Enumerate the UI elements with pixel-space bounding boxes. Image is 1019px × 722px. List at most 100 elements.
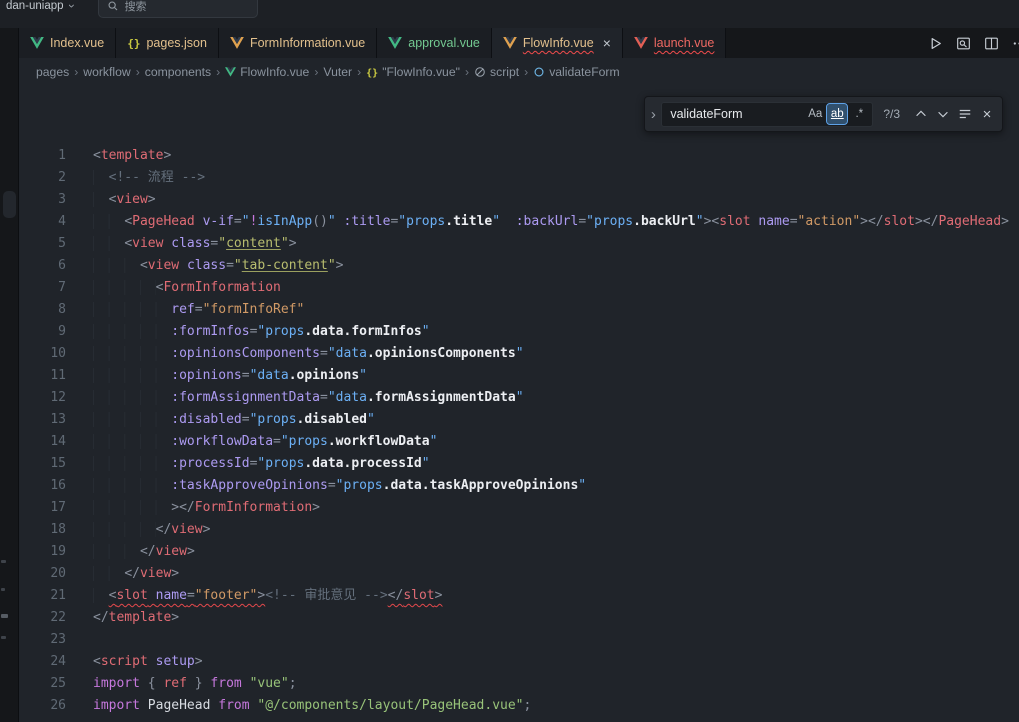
code-line-21[interactable]: 21 <slot name="footer"><!-- 审批意见 --></sl… <box>19 585 1019 607</box>
code-line-4[interactable]: 4 <PageHead v-if="!isInApp()" :title="pr… <box>19 211 1019 233</box>
line-number: 13 <box>19 409 66 431</box>
whole-word-button[interactable]: ab <box>827 104 847 124</box>
tab-approval-vue[interactable]: approval.vue <box>377 28 492 58</box>
run-icon[interactable] <box>928 36 943 51</box>
code-line-23[interactable]: 23 <box>19 629 1019 651</box>
tab-label: FormInformation.vue <box>250 36 365 50</box>
regex-button[interactable]: .* <box>849 104 869 124</box>
line-number: 5 <box>19 233 66 255</box>
vue-icon <box>225 67 236 77</box>
workspace-name[interactable]: dan-uniapp <box>6 0 64 12</box>
find-results-count: ?/3 <box>883 107 900 121</box>
tab-bar: Index.vue{}pages.json FormInformation.vue… <box>19 28 1019 58</box>
breadcrumb-item-components[interactable]: components <box>145 65 211 79</box>
more-actions-icon[interactable] <box>1012 36 1019 51</box>
code-line-10[interactable]: 10 :opinionsComponents="data.opinionsCom… <box>19 343 1019 365</box>
breadcrumb-separator: › <box>465 65 469 79</box>
code-line-1[interactable]: 1<template> <box>19 145 1019 167</box>
breadcrumb-item-flowinfo-vue[interactable]: FlowInfo.vue <box>225 65 309 79</box>
activity-bar-item-highlight <box>3 191 16 218</box>
line-number: 4 <box>19 211 66 233</box>
code-line-26[interactable]: 26import PageHead from "@/components/lay… <box>19 695 1019 717</box>
code-line-24[interactable]: 24<script setup> <box>19 651 1019 673</box>
activity-bar-edge <box>0 28 19 722</box>
close-tab-icon[interactable]: × <box>603 36 611 50</box>
code-line-20[interactable]: 20 </view> <box>19 563 1019 585</box>
code-area[interactable]: 1<template>2 <!-- 流程 -->3 <view>4 <PageH… <box>19 86 1019 717</box>
tab-launch-vue[interactable]: launch.vue <box>623 28 726 58</box>
breadcrumb-item-vuter[interactable]: Vuter <box>323 65 352 79</box>
line-number: 9 <box>19 321 66 343</box>
line-number: 7 <box>19 277 66 299</box>
line-number: 19 <box>19 541 66 563</box>
match-case-button[interactable]: Aa <box>805 104 825 124</box>
previous-match-button[interactable] <box>910 103 932 125</box>
code-line-18[interactable]: 18 </view> <box>19 519 1019 541</box>
breadcrumb-separator: › <box>74 65 78 79</box>
code-line-12[interactable]: 12 :formAssignmentData="data.formAssignm… <box>19 387 1019 409</box>
tab-pages-json[interactable]: {}pages.json <box>116 28 219 58</box>
line-number: 20 <box>19 563 66 585</box>
editor[interactable]: › validateForm Aa ab .* ?/3 <box>19 86 1019 722</box>
breadcrumb-separator: › <box>136 65 140 79</box>
titlebar: dan-uniapp › 搜索 <box>0 0 1019 28</box>
breadcrumb-item-validateform[interactable]: validateForm <box>533 65 619 79</box>
breadcrumb: pages › workflow › components › FlowInfo.vue › V… <box>19 58 1019 86</box>
next-match-button[interactable] <box>932 103 954 125</box>
json-braces-icon: {} <box>366 65 378 79</box>
titlebar-search[interactable]: 搜索 <box>98 0 258 18</box>
code-line-6[interactable]: 6 <view class="tab-content"> <box>19 255 1019 277</box>
code-line-11[interactable]: 11 :opinions="data.opinions" <box>19 365 1019 387</box>
code-line-3[interactable]: 3 <view> <box>19 189 1019 211</box>
code-line-13[interactable]: 13 :disabled="props.disabled" <box>19 409 1019 431</box>
line-number: 24 <box>19 651 66 673</box>
chevron-down-icon: › <box>66 4 78 8</box>
tab-flowinfo-vue[interactable]: FlowInfo.vue × <box>492 28 623 58</box>
find-query-text[interactable]: validateForm <box>670 107 803 121</box>
code-line-2[interactable]: 2 <!-- 流程 --> <box>19 167 1019 189</box>
breadcrumb-separator: › <box>524 65 528 79</box>
code-line-8[interactable]: 8 ref="formInfoRef" <box>19 299 1019 321</box>
line-number: 17 <box>19 497 66 519</box>
code-line-7[interactable]: 7 <FormInformation <box>19 277 1019 299</box>
toggle-replace-chevron-icon[interactable]: › <box>645 106 661 123</box>
tab-index-vue[interactable]: Index.vue <box>19 28 116 58</box>
line-number: 21 <box>19 585 66 607</box>
line-number: 14 <box>19 431 66 453</box>
breadcrumb-item--flowinfo-vue-[interactable]: {}"FlowInfo.vue" <box>366 65 460 79</box>
code-line-25[interactable]: 25import { ref } from "vue"; <box>19 673 1019 695</box>
code-line-22[interactable]: 22</template> <box>19 607 1019 629</box>
line-number: 15 <box>19 453 66 475</box>
vue-icon <box>388 37 402 49</box>
breadcrumb-item-pages[interactable]: pages <box>36 65 69 79</box>
find-in-selection-button[interactable] <box>954 103 976 125</box>
code-line-15[interactable]: 15 :processId="props.data.processId" <box>19 453 1019 475</box>
code-line-5[interactable]: 5 <view class="content"> <box>19 233 1019 255</box>
breadcrumb-item-script[interactable]: script <box>474 65 519 79</box>
find-input[interactable]: validateForm Aa ab .* <box>661 102 873 127</box>
code-line-16[interactable]: 16 :taskApproveOpinions="props.data.task… <box>19 475 1019 497</box>
code-line-19[interactable]: 19 </view> <box>19 541 1019 563</box>
breadcrumb-item-workflow[interactable]: workflow <box>83 65 130 79</box>
symbol-circle-icon <box>533 66 545 78</box>
line-number: 12 <box>19 387 66 409</box>
line-number: 2 <box>19 167 66 189</box>
tab-label: launch.vue <box>654 36 714 50</box>
code-line-14[interactable]: 14 :workflowData="props.workflowData" <box>19 431 1019 453</box>
tab-label: approval.vue <box>408 36 480 50</box>
line-number: 26 <box>19 695 66 717</box>
line-number: 23 <box>19 629 66 651</box>
code-line-17[interactable]: 17 ></FormInformation> <box>19 497 1019 519</box>
line-number: 8 <box>19 299 66 321</box>
json-braces-icon: {} <box>127 37 140 50</box>
search-icon <box>107 0 119 12</box>
preview-icon[interactable] <box>956 36 971 51</box>
line-number: 10 <box>19 343 66 365</box>
breadcrumb-separator: › <box>357 65 361 79</box>
line-number: 3 <box>19 189 66 211</box>
close-find-icon[interactable]: × <box>976 103 998 125</box>
code-line-9[interactable]: 9 :formInfos="props.data.formInfos" <box>19 321 1019 343</box>
tab-label: FlowInfo.vue <box>523 36 594 50</box>
split-editor-icon[interactable] <box>984 36 999 51</box>
tab-forminformation-vue[interactable]: FormInformation.vue <box>219 28 377 58</box>
